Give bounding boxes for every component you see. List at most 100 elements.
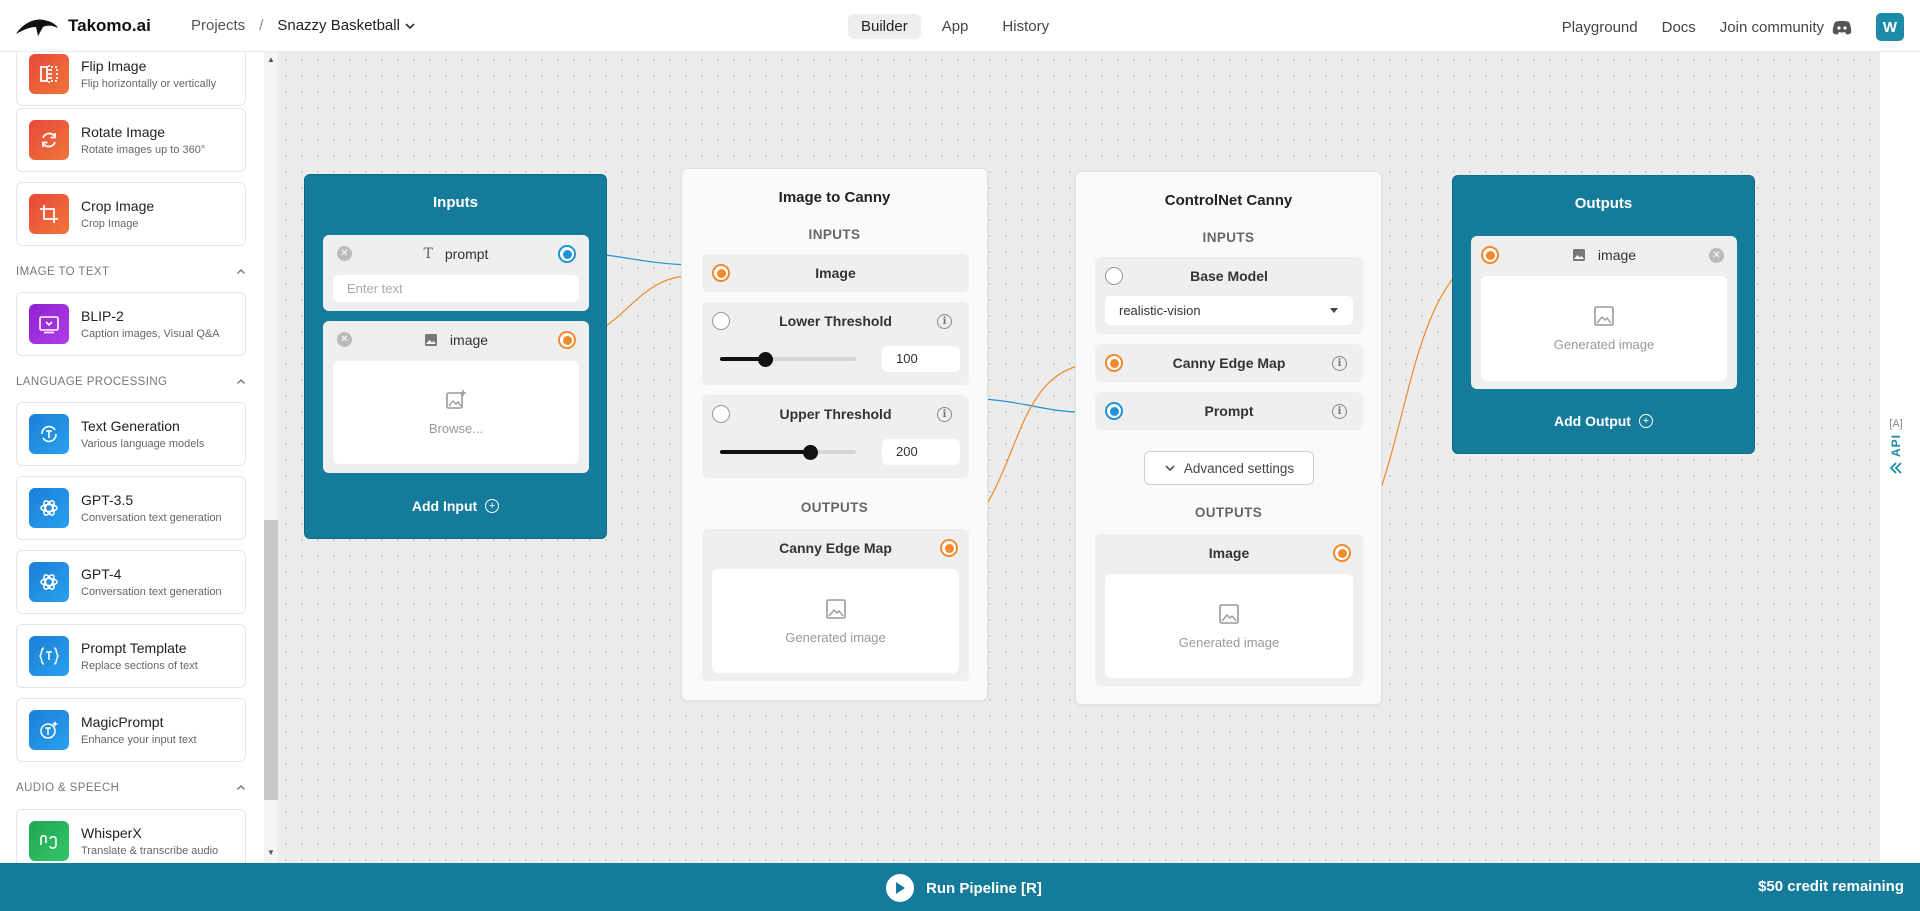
add-input-button[interactable]: Add Input +: [305, 498, 606, 514]
sidebar-scrollbar-thumb[interactable]: [264, 520, 278, 800]
text-gen-icon: [29, 414, 69, 454]
card-description: Rotate images up to 360°: [81, 144, 206, 156]
prompt-output-port[interactable]: [558, 245, 576, 263]
chevron-down-icon: [405, 22, 415, 29]
card-description: Translate & transcribe audio: [81, 845, 219, 857]
plus-circle-icon: +: [485, 499, 500, 513]
takomo-bird-icon: [16, 19, 58, 36]
chevron-up-icon: [237, 269, 245, 274]
card-title: Rotate Image: [81, 124, 166, 140]
api-panel-toggle[interactable]: [A] API: [1889, 418, 1903, 475]
tab-builder[interactable]: Builder: [848, 14, 921, 39]
card-title: GPT-4: [81, 566, 122, 582]
canny-edge-map-output-field: Canny Edge Map Generated image: [702, 529, 969, 681]
image-to-canny-node[interactable]: Image to Canny INPUTS Image Lower Thresh…: [681, 168, 988, 701]
run-pipeline-button[interactable]: Run Pipeline [R]: [886, 874, 1042, 902]
card-title: BLIP-2: [81, 308, 124, 324]
canny-edge-map-output-port[interactable]: [940, 539, 958, 557]
view-tabs: Builder App History: [848, 14, 1062, 39]
node-title: ControlNet Canny: [1164, 192, 1293, 209]
image-type-icon: [1572, 249, 1585, 261]
flip-icon: [29, 54, 69, 94]
section-label: IMAGE TO TEXT: [16, 266, 110, 278]
library-card-blip-2[interactable]: BLIP-2 Caption images, Visual Q&A: [16, 292, 246, 356]
base-model-select[interactable]: realistic-vision: [1105, 296, 1353, 325]
chevron-down-icon: [1165, 465, 1175, 472]
upper-threshold-field: Upper Threshold i 200: [702, 395, 969, 478]
join-community-link[interactable]: Join community: [1720, 19, 1852, 36]
lower-threshold-value-input[interactable]: 100: [882, 346, 960, 372]
user-avatar[interactable]: W: [1876, 13, 1904, 41]
library-card-gpt-4[interactable]: GPT-4 Conversation text generation: [16, 550, 246, 614]
text-type-icon: T: [423, 246, 433, 262]
generated-label: Generated image: [785, 629, 886, 645]
breadcrumb: Projects / Snazzy Basketball: [191, 17, 416, 34]
card-title: GPT-3.5: [81, 492, 134, 508]
selected-value: realistic-vision: [1119, 303, 1201, 318]
info-icon[interactable]: i: [937, 407, 952, 422]
image-output-port[interactable]: [558, 331, 576, 349]
tab-app[interactable]: App: [929, 14, 982, 39]
field-label: image: [449, 332, 489, 348]
info-icon[interactable]: i: [937, 314, 952, 329]
crop-icon: [29, 194, 69, 234]
generated-image-placeholder: Generated image: [1105, 574, 1353, 678]
join-community-label: Join community: [1719, 18, 1824, 36]
browse-label: Browse...: [428, 421, 484, 436]
library-card-magicprompt[interactable]: MagicPrompt Enhance your input text: [16, 698, 246, 762]
slider-handle[interactable]: [803, 445, 818, 460]
info-icon[interactable]: i: [1332, 404, 1347, 419]
library-card-rotate-image[interactable]: Rotate Image Rotate images up to 360°: [16, 108, 246, 172]
project-selector[interactable]: Snazzy Basketball: [277, 17, 416, 34]
playground-link[interactable]: Playground: [1562, 19, 1638, 36]
image-placeholder-icon: [1594, 306, 1614, 326]
controlnet-canny-node[interactable]: ControlNet Canny INPUTS Base Model reali…: [1075, 171, 1382, 705]
inputs-node[interactable]: Inputs ✕ T prompt Enter text ✕ image Bro…: [304, 174, 607, 539]
generated-image-placeholder: Generated image: [712, 569, 959, 673]
image-output-port[interactable]: [1333, 544, 1351, 562]
scroll-up-arrow-icon[interactable]: ▲: [266, 55, 276, 65]
library-card-text-generation[interactable]: Text Generation Various language models: [16, 402, 246, 466]
add-output-button[interactable]: Add Output +: [1453, 413, 1754, 429]
image-input-port-field: Image: [702, 254, 969, 292]
api-label: API: [1889, 434, 1903, 458]
image-browse-dropzone[interactable]: Browse...: [333, 361, 579, 464]
upper-threshold-value-input[interactable]: 200: [882, 439, 960, 465]
image-output-field: Image Generated image: [1095, 534, 1363, 686]
top-bar: Takomo.ai Projects / Snazzy Basketball B…: [0, 0, 1920, 52]
prompt-text-input[interactable]: Enter text: [333, 275, 579, 302]
library-card-prompt-template[interactable]: Prompt Template Replace sections of text: [16, 624, 246, 688]
breadcrumb-projects[interactable]: Projects: [191, 17, 245, 34]
advanced-settings-button[interactable]: Advanced settings: [1144, 451, 1314, 485]
info-icon[interactable]: i: [1332, 356, 1347, 371]
slider-handle[interactable]: [758, 352, 773, 367]
brand-logo[interactable]: Takomo.ai: [14, 14, 151, 38]
outputs-node[interactable]: Outputs image ✕ Generated image Add Outp…: [1452, 175, 1755, 454]
section-audio-speech[interactable]: AUDIO & SPEECH: [16, 782, 246, 794]
library-card-flip-image[interactable]: Flip Image Flip horizontally or vertical…: [16, 52, 246, 106]
remove-output-icon[interactable]: ✕: [1709, 248, 1724, 263]
docs-link[interactable]: Docs: [1662, 19, 1696, 36]
card-description: Caption images, Visual Q&A: [81, 328, 220, 340]
section-language-processing[interactable]: LANGUAGE PROCESSING: [16, 376, 246, 388]
section-image-to-text[interactable]: IMAGE TO TEXT: [16, 266, 246, 278]
bottom-bar: Run Pipeline [R] $50 credit remaining: [0, 863, 1920, 911]
caret-down-icon: [1330, 307, 1338, 313]
field-label: Base Model: [1190, 268, 1268, 284]
chevron-up-icon: [237, 785, 245, 790]
library-card-gpt-3-5[interactable]: GPT-3.5 Conversation text generation: [16, 476, 246, 540]
field-label: Upper Threshold: [779, 406, 892, 422]
audio-icon: [29, 821, 69, 861]
api-shortcut: [A]: [1889, 418, 1903, 430]
scroll-down-arrow-icon[interactable]: ▼: [266, 848, 276, 858]
chevron-up-icon: [237, 379, 245, 384]
add-image-icon: [446, 390, 466, 409]
library-card-whisperx[interactable]: WhisperX Translate & transcribe audio: [16, 809, 246, 863]
field-label: Canny Edge Map: [1172, 355, 1286, 371]
node-title: Outputs: [1574, 195, 1633, 212]
node-title: Image to Canny: [778, 189, 891, 206]
output-slot-header: image: [1471, 236, 1737, 274]
library-card-crop-image[interactable]: Crop Image Crop Image: [16, 182, 246, 246]
canny-edge-map-input-field: Canny Edge Map i: [1095, 344, 1363, 382]
tab-history[interactable]: History: [989, 14, 1062, 39]
